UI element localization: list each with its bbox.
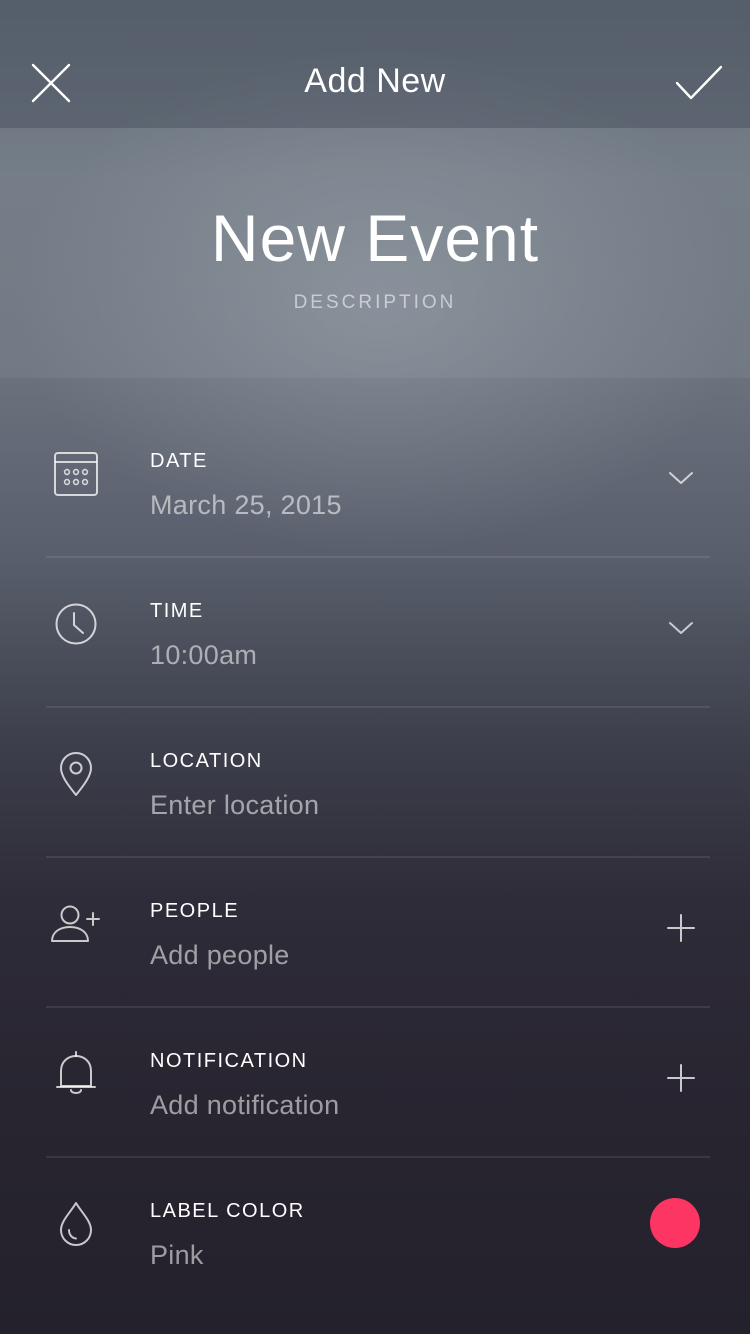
- add-people-button[interactable]: [656, 906, 706, 950]
- bell-icon: [46, 1046, 106, 1102]
- date-value: March 25, 2015: [150, 490, 342, 520]
- clock-icon: [46, 596, 106, 652]
- chevron-down-icon: [669, 472, 693, 484]
- location-input[interactable]: Enter location: [150, 790, 319, 821]
- label-color-row[interactable]: LABEL COLOR Pink: [0, 1158, 750, 1308]
- checkmark-icon: [675, 65, 723, 100]
- color-swatch[interactable]: [650, 1198, 700, 1248]
- people-row[interactable]: PEOPLE Add people: [0, 858, 750, 1008]
- notification-input[interactable]: Add notification: [150, 1090, 339, 1121]
- label-color-label: LABEL COLOR: [150, 1200, 305, 1222]
- add-person-icon: [46, 896, 106, 952]
- chevron-down-icon: [669, 622, 693, 634]
- time-row[interactable]: TIME 10:00am: [0, 558, 750, 708]
- date-dropdown-button[interactable]: [656, 456, 706, 500]
- location-pin-icon: [46, 746, 106, 802]
- plus-icon: [667, 914, 695, 942]
- notification-label: NOTIFICATION: [150, 1050, 308, 1072]
- add-event-screen: Add New New Event DESCRIPTION DATE March…: [0, 0, 750, 1334]
- date-label: DATE: [150, 450, 208, 472]
- event-header: New Event DESCRIPTION: [0, 128, 750, 378]
- event-title-input[interactable]: New Event: [0, 200, 750, 276]
- time-value: 10:00am: [150, 640, 258, 670]
- location-row[interactable]: LOCATION Enter location: [0, 708, 750, 858]
- time-label: TIME: [150, 600, 204, 622]
- navigation-bar: Add New: [0, 0, 750, 128]
- people-input[interactable]: Add people: [150, 940, 290, 971]
- label-color-value: Pink: [150, 1240, 204, 1270]
- time-dropdown-button[interactable]: [656, 606, 706, 650]
- event-form: DATE March 25, 2015 TIME 10:00am LOCATIO…: [0, 408, 750, 1308]
- done-button[interactable]: [674, 58, 724, 108]
- calendar-icon: [46, 446, 106, 502]
- drop-icon: [46, 1196, 106, 1252]
- location-label: LOCATION: [150, 750, 263, 772]
- plus-icon: [667, 1064, 695, 1092]
- event-description-input[interactable]: DESCRIPTION: [0, 292, 750, 314]
- notification-row[interactable]: NOTIFICATION Add notification: [0, 1008, 750, 1158]
- add-notification-button[interactable]: [656, 1056, 706, 1100]
- nav-title: Add New: [304, 62, 446, 100]
- date-row[interactable]: DATE March 25, 2015: [0, 408, 750, 558]
- people-label: PEOPLE: [150, 900, 240, 922]
